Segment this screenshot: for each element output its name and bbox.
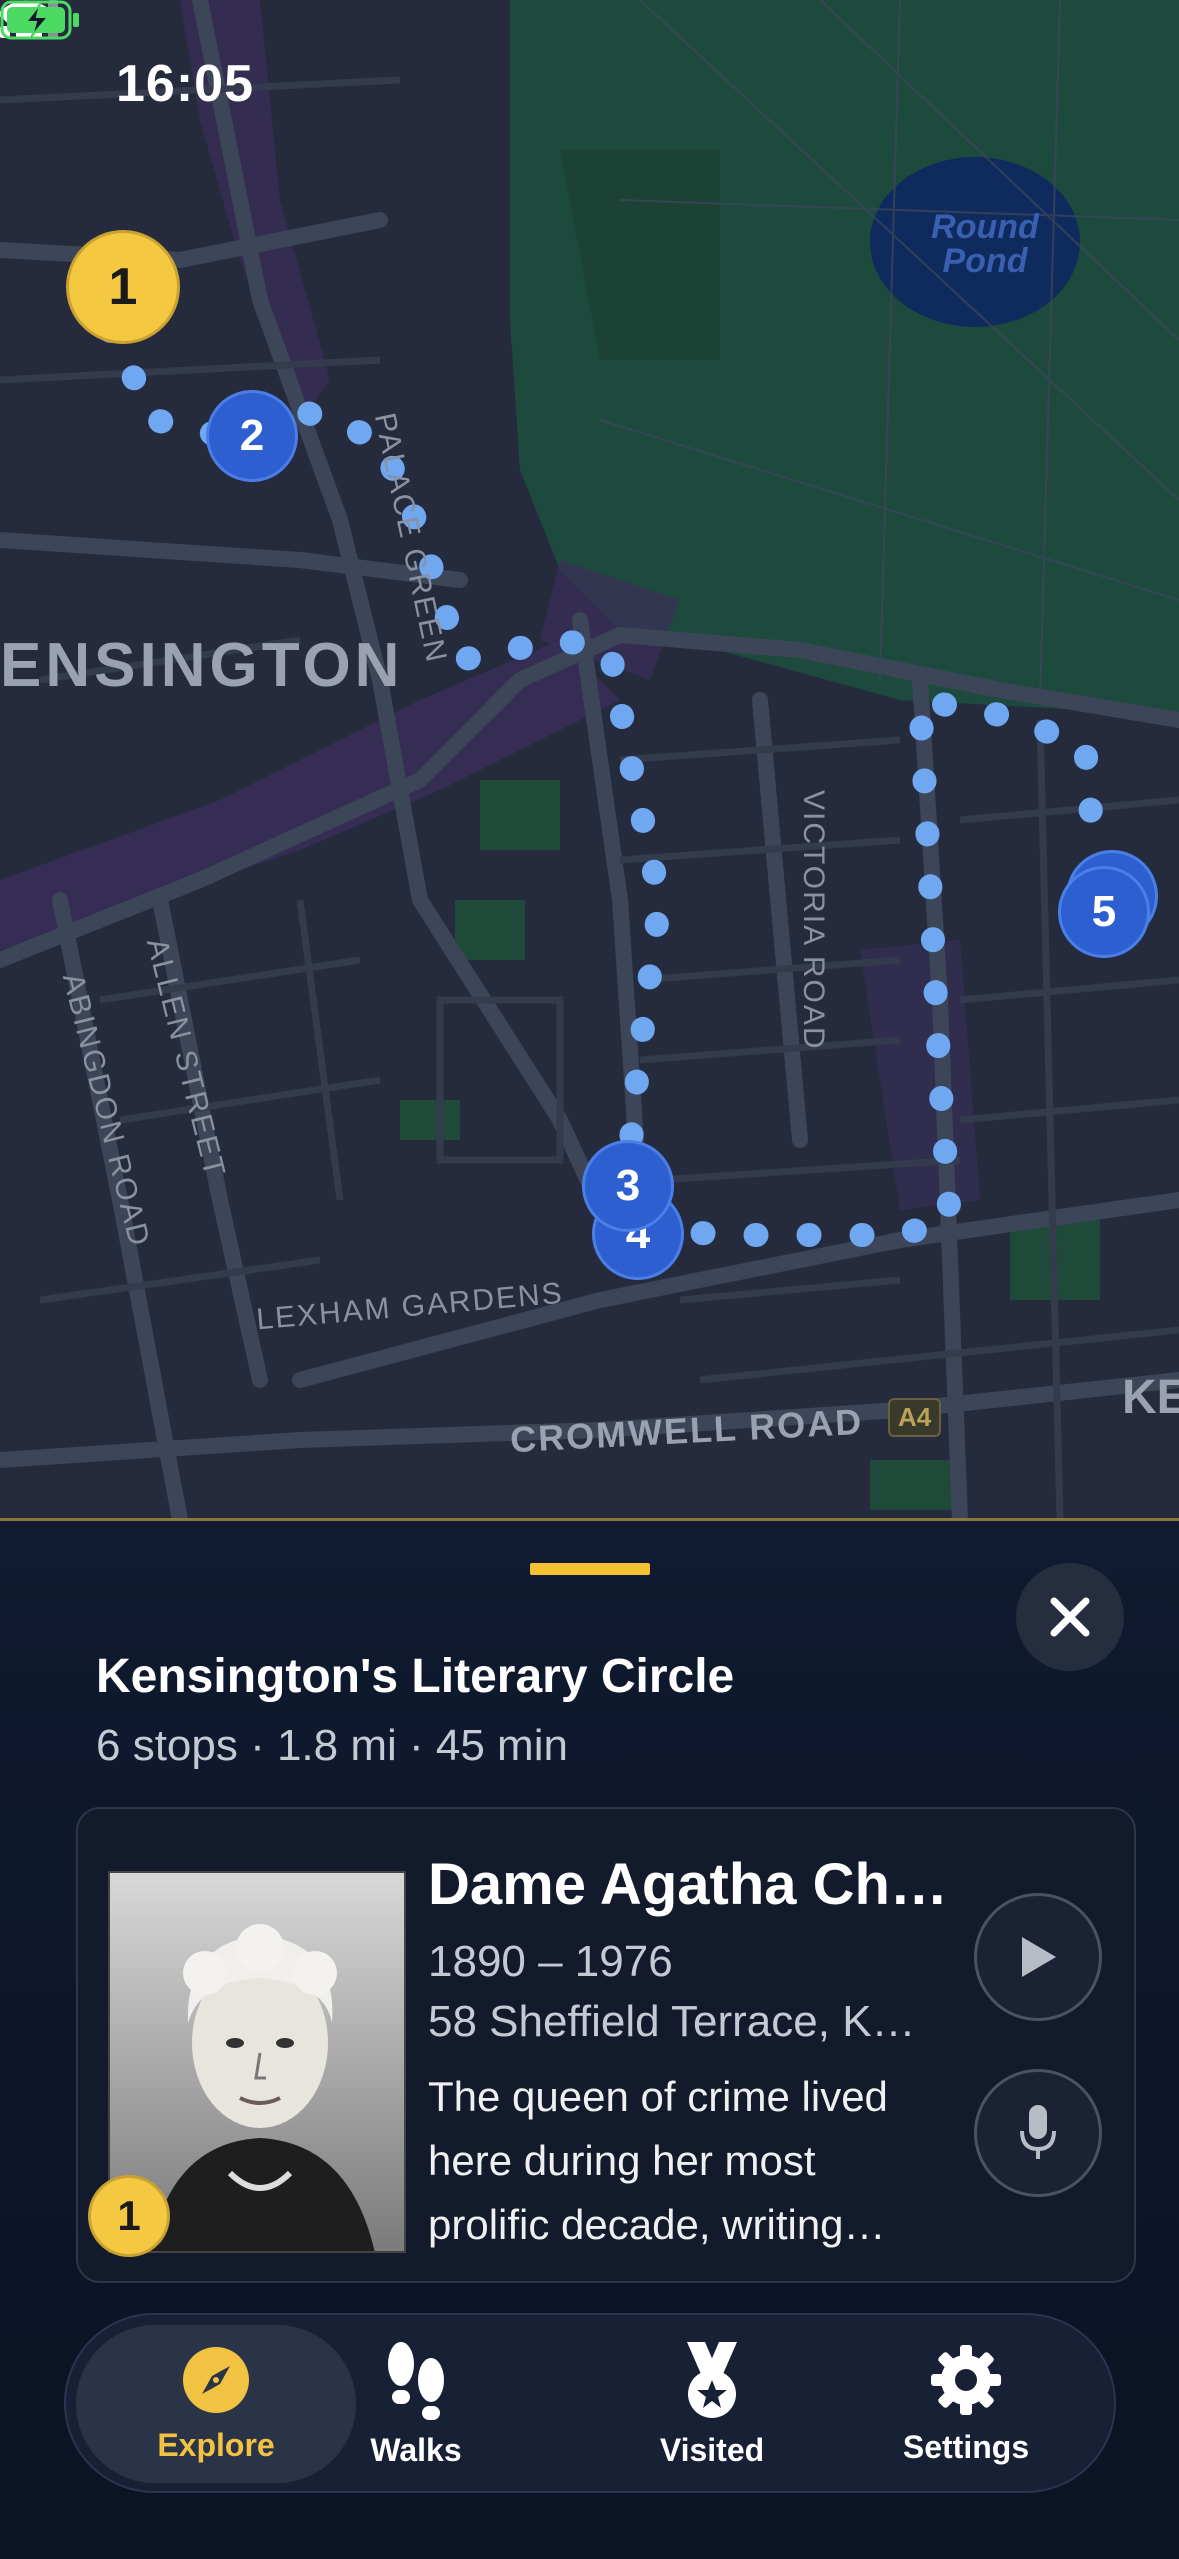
play-button[interactable]: [974, 1893, 1102, 2021]
road-badge: A4: [888, 1398, 942, 1437]
microphone-icon: [1020, 2105, 1056, 2159]
tab-settings-label: Settings: [902, 2428, 1030, 2465]
walk-meta: 6 stops · 1.8 mi · 45 min: [96, 1721, 568, 1770]
tab-explore-label: Explore: [157, 2426, 275, 2463]
medal-icon: [687, 2341, 737, 2418]
stop-card[interactable]: 1 Dame Agatha Ch… 1890 – 1976 58 Sheffie…: [76, 1807, 1136, 2283]
tab-visited[interactable]: Visited: [624, 2325, 800, 2483]
route-details-sheet: Kensington's Literary Circle 6 stops · 1…: [0, 1518, 1179, 2559]
life-years: 1890 – 1976: [428, 1937, 673, 1986]
microphone-button[interactable]: [974, 2069, 1102, 2197]
pond-label-line1: Round: [931, 208, 1039, 246]
close-icon: [1050, 1597, 1090, 1637]
map-label-round-pond: Round Pond: [905, 210, 1065, 278]
tab-walks-label: Walks: [370, 2431, 462, 2468]
map-view[interactable]: ENSINGTON KE PALACE GREEN VICTORIA ROAD …: [0, 0, 1179, 1520]
tab-settings[interactable]: Settings: [866, 2325, 1066, 2483]
play-icon: [1022, 1937, 1056, 1977]
description: The queen of crime lived here during her…: [428, 2073, 888, 2248]
close-button[interactable]: [1016, 1563, 1124, 1671]
gear-icon: [931, 2344, 1001, 2415]
person-name: Dame Agatha Ch…: [428, 1852, 948, 1917]
map-label-area-right: KE: [1122, 1371, 1179, 1424]
map-stop-5-pin[interactable]: 5: [1058, 866, 1150, 958]
tab-bar: Explore Walks Visited Settings: [64, 2313, 1116, 2493]
tab-walks[interactable]: Walks: [328, 2325, 504, 2483]
map-stop-2-pin[interactable]: 2: [206, 390, 298, 482]
address: 58 Sheffield Terrace, K…: [428, 1997, 916, 2046]
map-stop-3-pin[interactable]: 3: [582, 1140, 674, 1232]
status-bar: 16:05: [0, 0, 1179, 170]
walk-title: Kensington's Literary Circle: [96, 1650, 735, 1703]
stop-number-badge: 1: [88, 2175, 170, 2257]
sheet-grabber[interactable]: [530, 1563, 650, 1575]
tab-visited-label: Visited: [659, 2431, 765, 2468]
compass-icon: [183, 2346, 249, 2413]
map-stop-1-pin[interactable]: 1: [66, 230, 180, 344]
footprints-icon: [388, 2341, 444, 2420]
battery-charging-icon: [0, 0, 79, 40]
map-label-victoria-road: VICTORIA ROAD: [797, 790, 830, 1051]
tab-explore[interactable]: Explore: [76, 2325, 356, 2483]
map-label-area: ENSINGTON: [0, 631, 404, 700]
status-time: 16:05: [116, 55, 254, 113]
pond-label-line2: Pond: [942, 242, 1028, 280]
